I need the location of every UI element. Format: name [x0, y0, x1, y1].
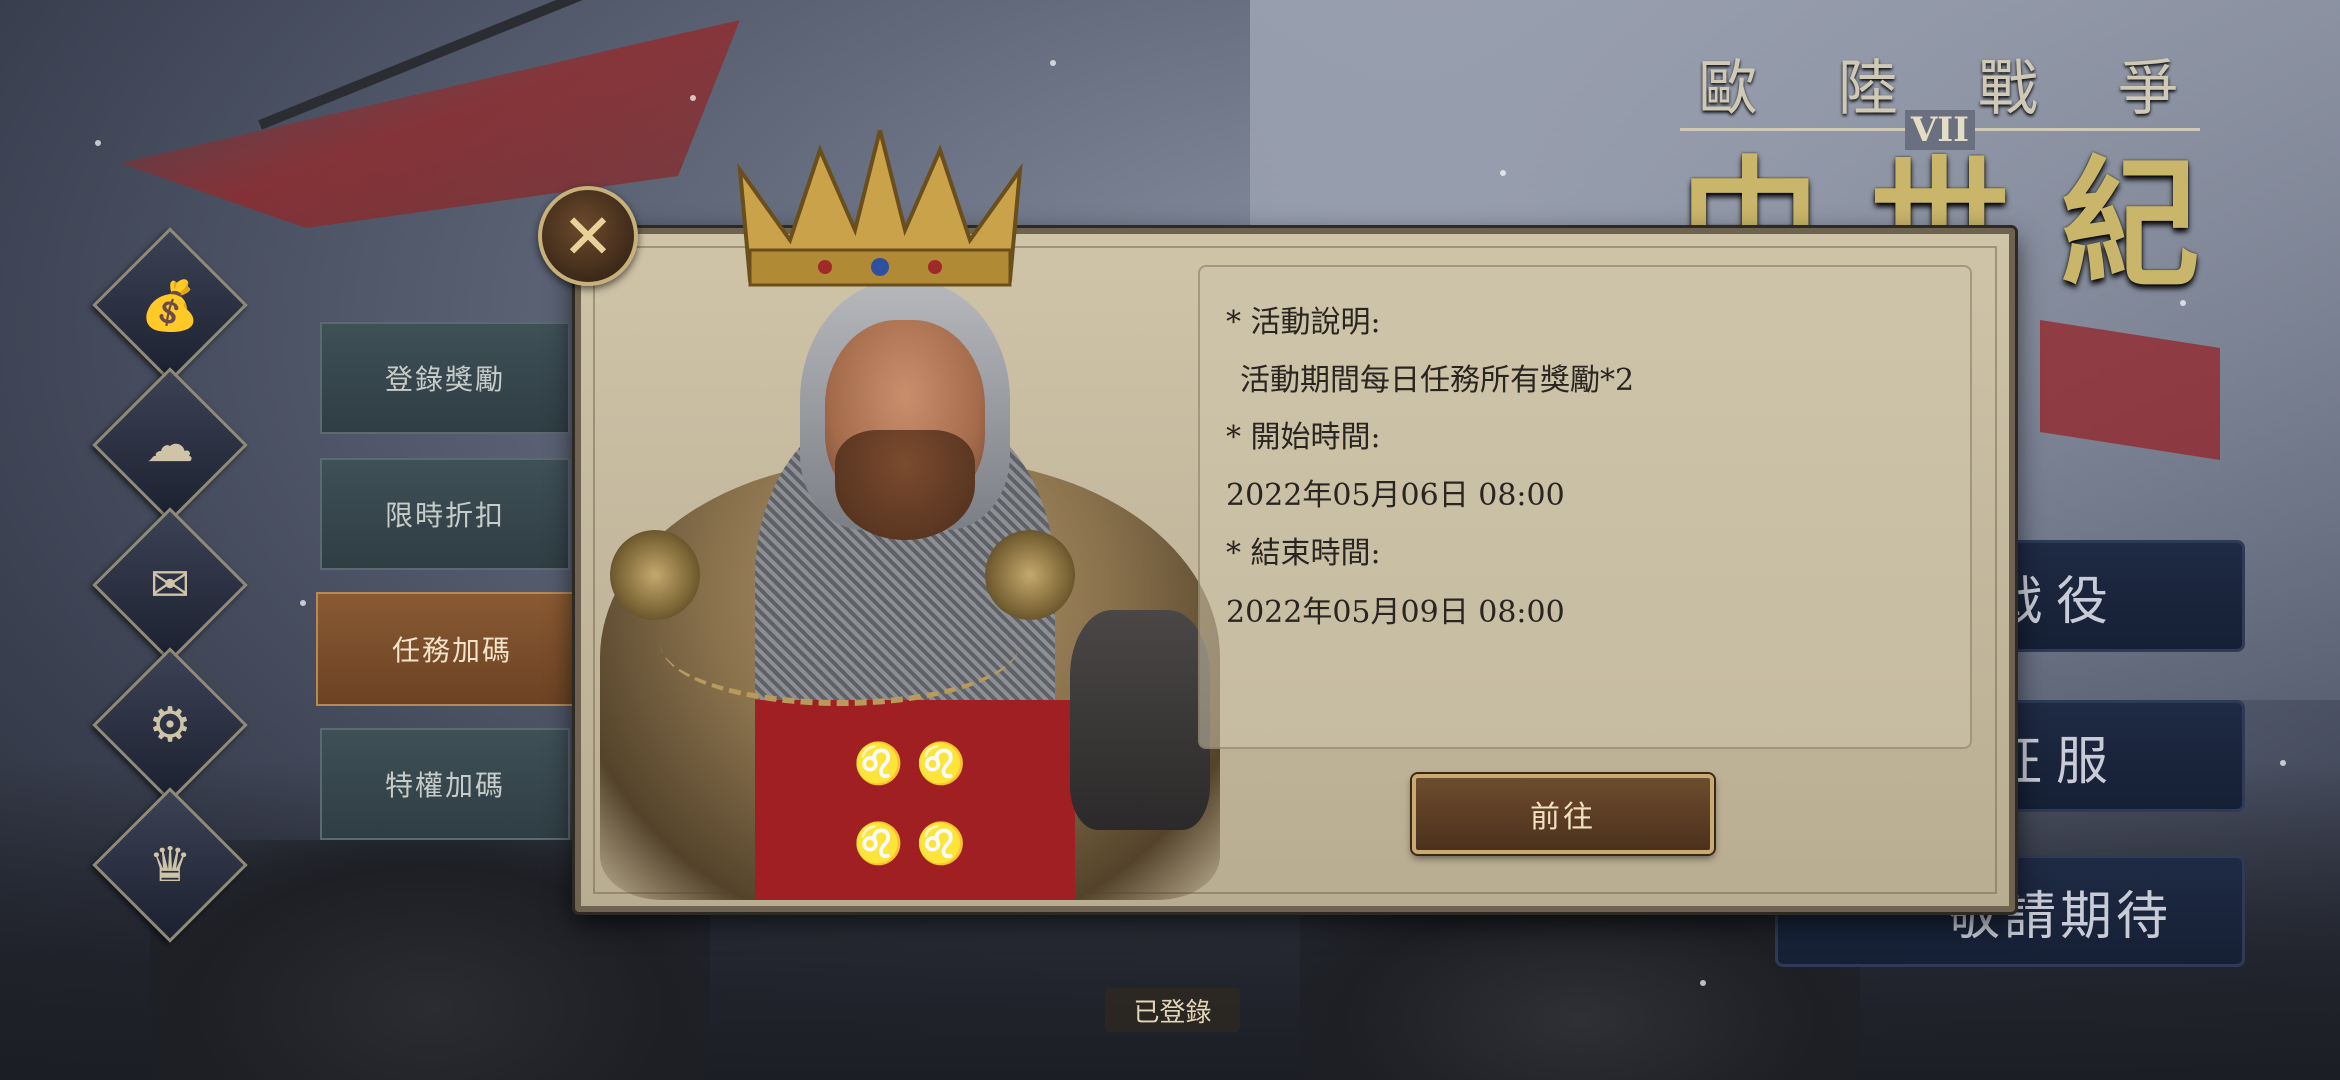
tab-mission-bonus[interactable]: 任務加碼: [316, 592, 588, 706]
snowflake: [300, 600, 306, 606]
snowflake: [690, 95, 696, 101]
end-time-value: 2022年05月09日 08:00: [1226, 595, 1565, 630]
snowflake: [1500, 170, 1506, 176]
logged-in-badge: 已登錄: [1105, 988, 1240, 1032]
tab-limited-discount[interactable]: 限時折扣: [320, 458, 570, 570]
go-button[interactable]: 前往: [1412, 774, 1714, 854]
portrait-chain: [660, 580, 1020, 706]
crown-icon: ♛: [148, 837, 192, 893]
money-bag-icon: 💰: [140, 277, 200, 334]
mail-icon-button[interactable]: ✉: [92, 507, 248, 663]
crown-icon: [737, 130, 1023, 287]
snowflake: [95, 140, 101, 146]
close-button[interactable]: ✕: [538, 186, 638, 286]
portrait-pauldron: [1070, 610, 1210, 830]
description-text: 活動期間每日任務所有獎勵*2: [1240, 363, 1635, 398]
lion-emblem-icon: ♌ ♌: [853, 821, 967, 867]
lion-emblem-icon: ♌ ♌: [853, 741, 967, 787]
end-time-heading: * 結束時間:: [1226, 536, 1381, 571]
snowflake: [1700, 980, 1706, 986]
tab-privilege-bonus[interactable]: 特權加碼: [320, 728, 570, 840]
portrait-beard: [835, 430, 975, 540]
portrait-tabard: [755, 700, 1075, 900]
tab-login-reward[interactable]: 登錄獎勵: [320, 322, 570, 434]
king-portrait: ♌ ♌ ♌ ♌: [600, 130, 1220, 900]
mail-icon: ✉: [149, 557, 191, 613]
upload-cloud-icon: ☁: [146, 417, 194, 473]
money-bag-icon-button[interactable]: 💰: [92, 227, 248, 383]
gear-icon: ⚙: [148, 697, 192, 753]
upload-cloud-icon-button[interactable]: ☁: [92, 367, 248, 523]
start-time-heading: * 開始時間:: [1226, 420, 1381, 455]
snowflake: [1050, 60, 1056, 66]
start-time-value: 2022年05月06日 08:00: [1226, 478, 1565, 513]
event-info-box: * 活動說明: 活動期間每日任務所有獎勵*2 * 開始時間: 2022年05月0…: [1198, 265, 1972, 749]
description-heading: * 活動說明:: [1226, 305, 1381, 340]
close-icon: ✕: [562, 199, 614, 273]
snowflake: [2280, 760, 2286, 766]
